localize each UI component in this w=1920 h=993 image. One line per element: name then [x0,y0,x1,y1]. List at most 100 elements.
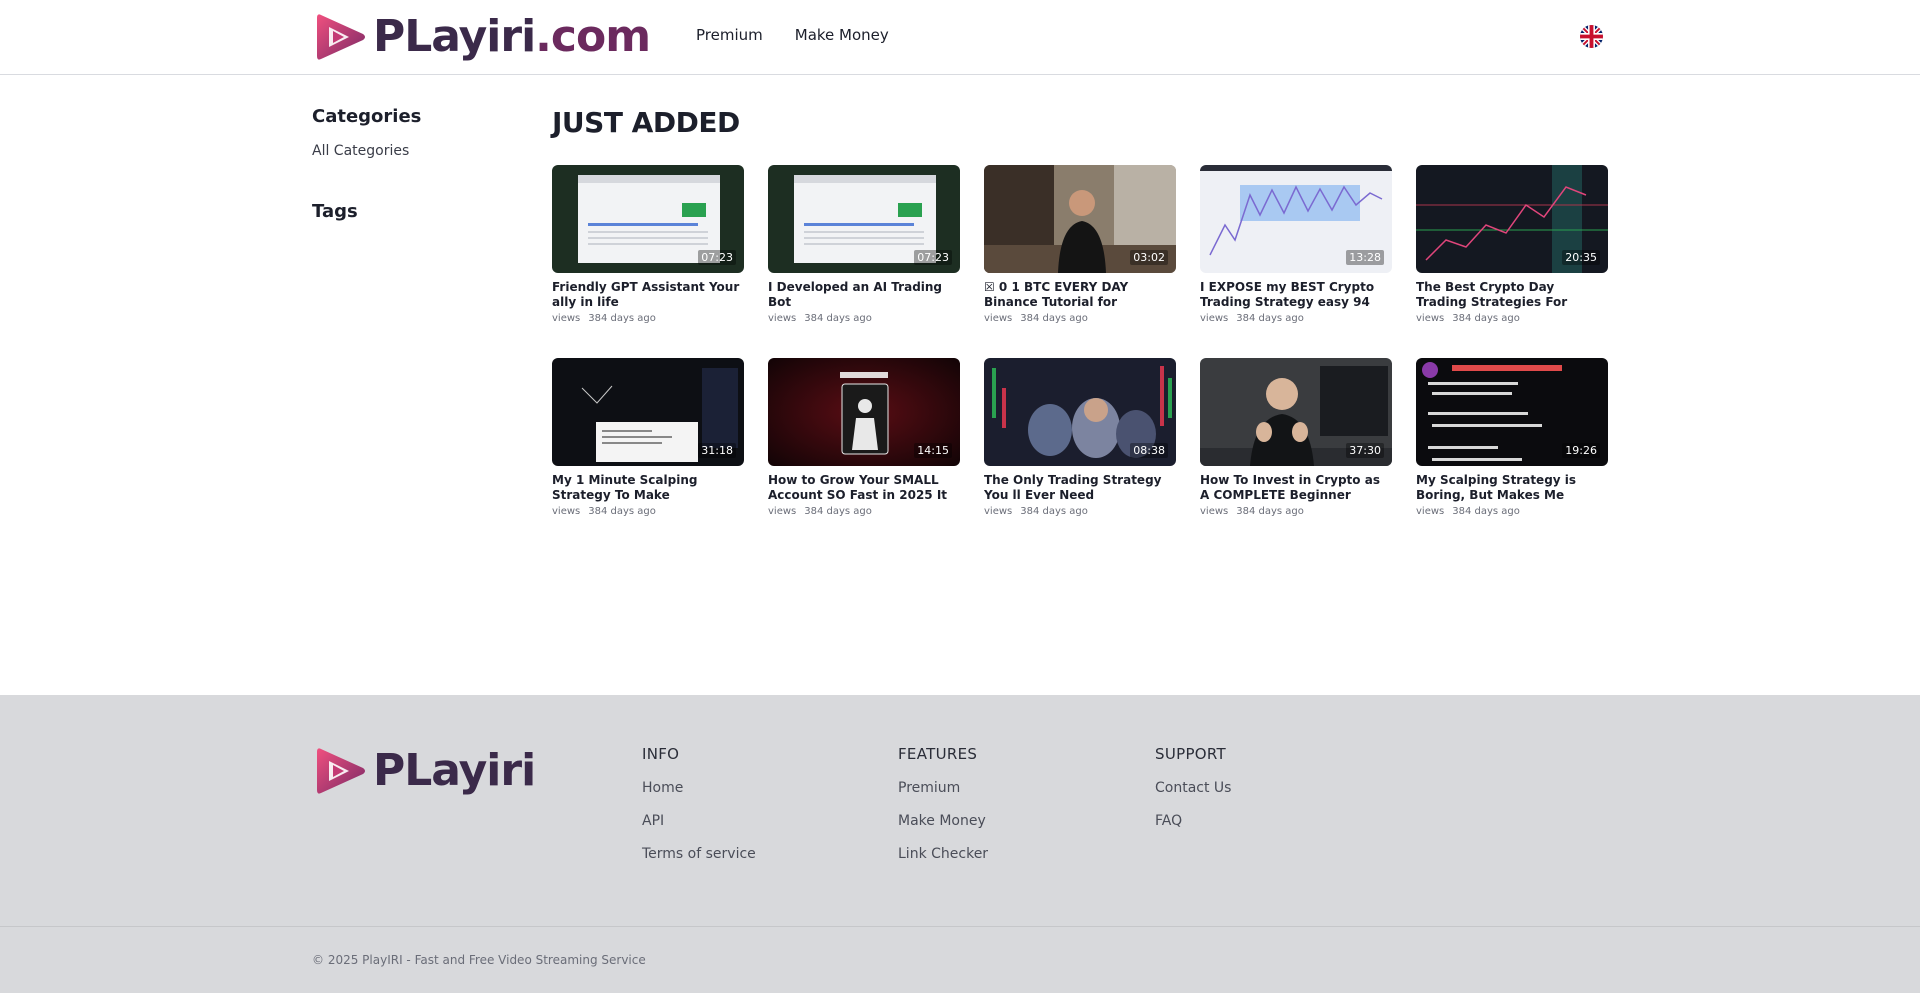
site-footer: PLayiri INFO Home API Terms of service F… [0,695,1920,993]
video-title[interactable]: My Scalping Strategy is Boring, But Make… [1416,473,1608,503]
video-views: views [552,313,581,324]
footer-heading-features: FEATURES [898,745,978,763]
video-thumbnail[interactable]: 20:35 [1416,165,1608,273]
footer-divider [0,926,1920,927]
video-meta: views 384 days ago [552,313,744,324]
categories-heading: Categories [312,106,422,127]
video-card[interactable]: 37:30 How To Invest in Crypto as A COMPL… [1200,358,1392,551]
footer-link-make-money[interactable]: Make Money [898,813,988,829]
sidebar: Categories All Categories Tags [312,106,512,222]
video-thumbnail[interactable]: 19:26 [1416,358,1608,466]
video-views: views [768,313,797,324]
video-thumbnail[interactable]: 07:23 [552,165,744,273]
video-thumbnail[interactable]: 08:38 [984,358,1176,466]
video-age: 384 days ago [804,506,872,517]
footer-heading-support: SUPPORT [1155,745,1226,763]
video-title[interactable]: How To Invest in Crypto as A COMPLETE Be… [1200,473,1392,503]
video-duration: 07:23 [698,250,736,265]
video-title[interactable]: Friendly GPT Assistant Your ally in life [552,280,744,310]
video-card[interactable]: 31:18 My 1 Minute Scalping Strategy To M… [552,358,744,551]
video-title[interactable]: I Developed an AI Trading Bot [768,280,960,310]
footer-link-link-checker[interactable]: Link Checker [898,846,988,862]
video-title[interactable]: The Best Crypto Day Trading Strategies F… [1416,280,1608,310]
footer-link-contact[interactable]: Contact Us [1155,780,1231,796]
video-meta: views 384 days ago [984,313,1176,324]
video-age: 384 days ago [1020,506,1088,517]
footer-col-info: INFO Home API Terms of service [642,745,756,862]
video-thumbnail[interactable]: 07:23 [768,165,960,273]
footer-logo[interactable]: PLayiri [313,743,536,799]
video-age: 384 days ago [1236,313,1304,324]
video-title[interactable]: I EXPOSE my BEST Crypto Trading Strategy… [1200,280,1392,310]
video-age: 384 days ago [588,506,656,517]
nav-make-money[interactable]: Make Money [795,26,889,44]
site-logo[interactable]: PLayiri.com [313,9,651,65]
video-thumbnail[interactable]: 13:28 [1200,165,1392,273]
video-card[interactable]: 08:38 The Only Trading Strategy You ll E… [984,358,1176,551]
video-meta: views 384 days ago [1416,506,1608,517]
footer-link-api[interactable]: API [642,813,756,829]
footer-logo-wordmark: PLayiri [373,745,536,796]
page-title: JUST ADDED [552,106,740,139]
footer-heading-info: INFO [642,745,680,763]
all-categories-link[interactable]: All Categories [312,143,512,159]
footer-col-features: FEATURES Premium Make Money Link Checker [898,745,988,862]
video-title[interactable]: ☒ 0 1 BTC EVERY DAY Binance Tutorial for… [984,280,1176,310]
video-meta: views 384 days ago [552,506,744,517]
video-views: views [768,506,797,517]
video-card[interactable]: 14:15 How to Grow Your SMALL Account SO … [768,358,960,551]
footer-link-terms[interactable]: Terms of service [642,846,756,862]
video-duration: 14:15 [914,443,952,458]
video-age: 384 days ago [804,313,872,324]
video-card[interactable]: 07:23 I Developed an AI Trading Bot view… [768,165,960,358]
video-grid: 07:23 Friendly GPT Assistant Your ally i… [552,165,1608,551]
nav-premium[interactable]: Premium [696,26,763,44]
video-duration: 03:02 [1130,250,1168,265]
video-meta: views 384 days ago [1416,313,1608,324]
video-views: views [1200,313,1229,324]
uk-flag-icon[interactable] [1580,25,1603,48]
video-duration: 07:23 [914,250,952,265]
video-duration: 08:38 [1130,443,1168,458]
footer-col-support: SUPPORT Contact Us FAQ [1155,745,1231,829]
video-thumbnail[interactable]: 14:15 [768,358,960,466]
video-title[interactable]: My 1 Minute Scalping Strategy To Make $1… [552,473,744,503]
video-card[interactable]: 20:35 The Best Crypto Day Trading Strate… [1416,165,1608,358]
footer-link-premium[interactable]: Premium [898,780,988,796]
video-meta: views 384 days ago [1200,313,1392,324]
video-views: views [984,506,1013,517]
video-title[interactable]: The Only Trading Strategy You ll Ever Ne… [984,473,1176,503]
video-meta: views 384 days ago [768,313,960,324]
video-duration: 31:18 [698,443,736,458]
video-duration: 13:28 [1346,250,1384,265]
video-card[interactable]: 13:28 I EXPOSE my BEST Crypto Trading St… [1200,165,1392,358]
play-logo-icon [317,748,365,794]
video-thumbnail[interactable]: 37:30 [1200,358,1392,466]
video-card[interactable]: 19:26 My Scalping Strategy is Boring, Bu… [1416,358,1608,551]
video-title[interactable]: How to Grow Your SMALL Account SO Fast i… [768,473,960,503]
video-meta: views 384 days ago [1200,506,1392,517]
site-header: PLayiri.com Premium Make Money [0,0,1920,75]
footer-link-home[interactable]: Home [642,780,756,796]
logo-wordmark: PLayiri.com [373,11,651,62]
video-thumbnail[interactable]: 03:02 [984,165,1176,273]
video-duration: 37:30 [1346,443,1384,458]
logo-domain: .com [535,11,651,62]
video-age: 384 days ago [1020,313,1088,324]
video-age: 384 days ago [1452,506,1520,517]
video-meta: views 384 days ago [768,506,960,517]
video-views: views [1200,506,1229,517]
video-views: views [984,313,1013,324]
top-nav: Premium Make Money [696,26,889,44]
video-meta: views 384 days ago [984,506,1176,517]
video-card[interactable]: 03:02 ☒ 0 1 BTC EVERY DAY Binance Tutori… [984,165,1176,358]
video-views: views [552,506,581,517]
video-age: 384 days ago [588,313,656,324]
video-age: 384 days ago [1236,506,1304,517]
video-age: 384 days ago [1452,313,1520,324]
video-views: views [1416,313,1445,324]
footer-link-faq[interactable]: FAQ [1155,813,1231,829]
video-views: views [1416,506,1445,517]
video-card[interactable]: 07:23 Friendly GPT Assistant Your ally i… [552,165,744,358]
video-thumbnail[interactable]: 31:18 [552,358,744,466]
